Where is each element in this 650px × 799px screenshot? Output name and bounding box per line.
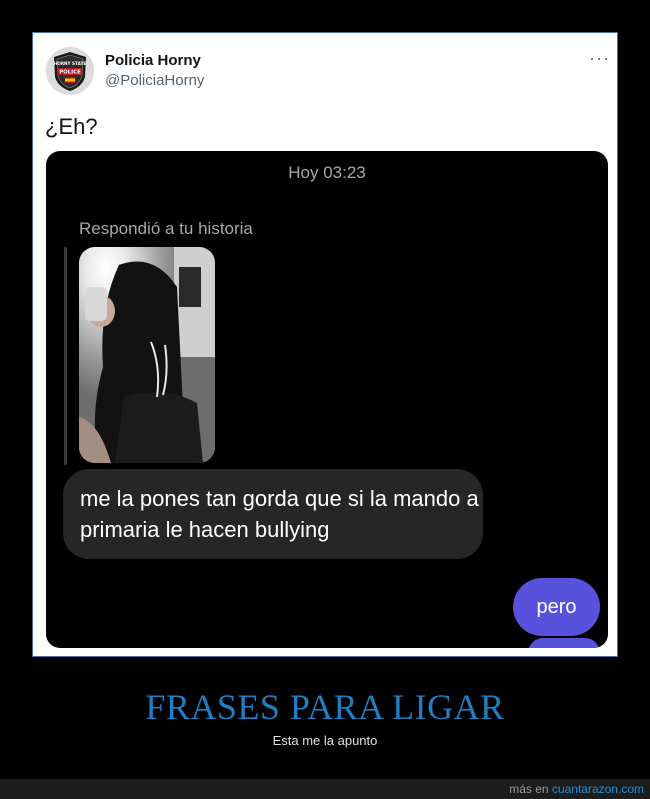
author-avatar[interactable]: HORNY STATE POLICE (46, 47, 94, 95)
police-badge-icon: HORNY STATE POLICE (46, 47, 94, 95)
author-handle[interactable]: @PoliciaHorny (105, 72, 204, 89)
outgoing-message-bubble[interactable]: pero (513, 578, 600, 636)
incoming-message-bubble[interactable]: me la pones tan gorda que si la mando a … (63, 469, 483, 559)
author-name[interactable]: Policia Horny (105, 52, 201, 69)
chat-timestamp: Hoy 03:23 (288, 163, 366, 182)
replied-to-story-label: Respondió a tu historia (79, 219, 253, 238)
more-options-icon[interactable]: ··· (589, 49, 610, 67)
outgoing-message-bubble-partial (528, 638, 600, 648)
story-photo (79, 247, 215, 463)
site-footer: más en cuantarazon.com (0, 779, 650, 799)
footer-site-link[interactable]: cuantarazon.com (552, 782, 644, 796)
tweet-text: ¿Eh? (45, 114, 98, 139)
tweet-card: HORNY STATE POLICE Policia Horny @Polici… (35, 35, 615, 654)
caption-title: FRASES PARA LIGAR (145, 687, 505, 727)
footer-text: más en cuantarazon.com (509, 782, 644, 796)
story-photo-image (79, 247, 215, 463)
footer-prefix: más en (509, 782, 552, 796)
meme-frame: HORNY STATE POLICE Policia Horny @Polici… (32, 32, 618, 657)
badge-top-text: HORNY STATE (54, 61, 87, 66)
caption-subtitle: Esta me la apunto (272, 733, 378, 748)
badge-main-text: POLICE (59, 70, 81, 76)
reply-indicator-bar (64, 247, 67, 465)
chat-screenshot[interactable]: Hoy 03:23 Respondió a tu historia me la … (46, 151, 608, 648)
